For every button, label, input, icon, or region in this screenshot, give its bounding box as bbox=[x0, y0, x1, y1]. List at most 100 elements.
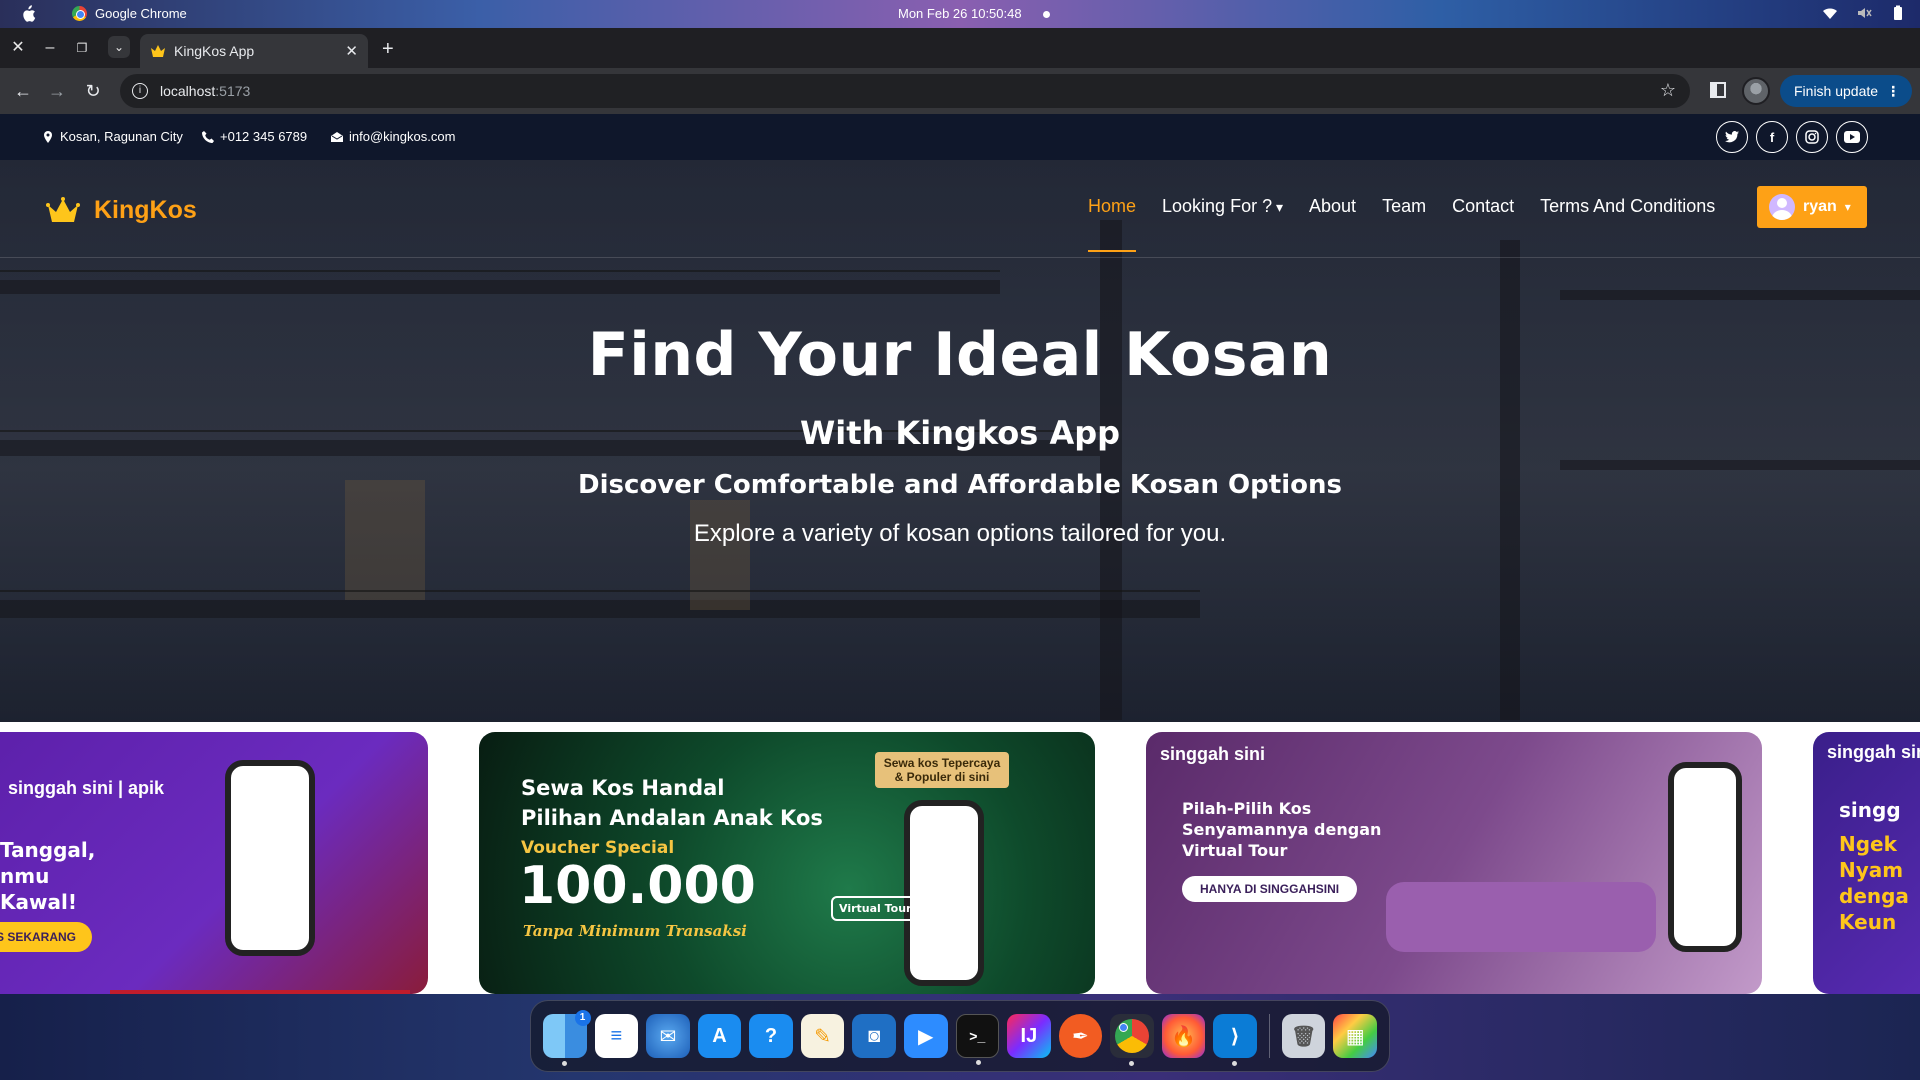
slide2-phone-image bbox=[904, 800, 984, 986]
promo-slide-4[interactable]: singgah sini singg Ngek Nyam denga Keun bbox=[1813, 732, 1920, 994]
text-editor-icon[interactable]: ≡ bbox=[594, 1014, 639, 1058]
phone-icon bbox=[202, 130, 214, 143]
forward-arrow-icon[interactable]: → bbox=[46, 80, 68, 102]
address-bar[interactable]: i localhost :5173 ☆ bbox=[120, 74, 1690, 108]
notes-icon[interactable]: ✎ bbox=[800, 1014, 845, 1058]
phone-info: +012 345 6789 bbox=[202, 129, 307, 144]
caret-down-icon bbox=[1845, 198, 1851, 216]
web-page: Kosan, Ragunan City +012 345 6789 info@k… bbox=[0, 114, 1920, 994]
active-tab[interactable]: KingKos App ✕ bbox=[140, 34, 368, 68]
trash-icon[interactable]: 🗑 bbox=[1281, 1014, 1326, 1058]
slide2-voucher-label: Voucher Special bbox=[521, 838, 675, 858]
vscode-icon[interactable]: ⟩ bbox=[1213, 1014, 1257, 1066]
slide3-brand: singgah sini bbox=[1160, 744, 1266, 764]
nav-home[interactable]: Home bbox=[1088, 196, 1137, 252]
finish-update-button[interactable]: Finish update ⋮ bbox=[1780, 75, 1912, 107]
youtube-icon[interactable] bbox=[1836, 121, 1868, 153]
hero-subtitle: With Kingkos App bbox=[799, 414, 1121, 452]
reload-icon[interactable]: ↻ bbox=[82, 80, 104, 102]
email-info: info@kingkos.com bbox=[331, 129, 455, 144]
nav-terms[interactable]: Terms And Conditions bbox=[1540, 196, 1715, 217]
nav-about[interactable]: About bbox=[1309, 196, 1356, 217]
slide2-amount: 100.000 bbox=[519, 856, 756, 916]
back-arrow-icon[interactable]: ← bbox=[12, 80, 34, 102]
new-tab-icon[interactable]: + bbox=[382, 38, 394, 61]
brand-logo[interactable]: KingKos bbox=[46, 196, 197, 225]
hero-tagline: Discover Comfortable and Affordable Kosa… bbox=[578, 470, 1342, 500]
system-clock[interactable]: Mon Feb 26 10:50:48 bbox=[898, 6, 1022, 21]
twitter-icon[interactable] bbox=[1716, 121, 1748, 153]
address-text: Kosan, Ragunan City bbox=[60, 129, 183, 144]
user-name: ryan bbox=[1803, 198, 1837, 215]
app-store-icon[interactable]: A bbox=[697, 1014, 742, 1058]
battery-icon[interactable] bbox=[1890, 5, 1906, 21]
dock-separator bbox=[1268, 1014, 1270, 1058]
more-menu-icon: ⋮ bbox=[1886, 82, 1901, 99]
pen-tool-icon[interactable]: ✒ bbox=[1058, 1014, 1103, 1058]
social-links: f bbox=[1716, 121, 1868, 153]
launchpad-icon[interactable]: ▦ bbox=[1333, 1014, 1377, 1058]
profile-avatar-icon[interactable] bbox=[1742, 77, 1770, 105]
intellij-icon[interactable]: IJ bbox=[1007, 1014, 1051, 1058]
email-text[interactable]: info@kingkos.com bbox=[349, 129, 455, 144]
bookmark-star-icon[interactable]: ☆ bbox=[1660, 80, 1676, 101]
nav-team[interactable]: Team bbox=[1382, 196, 1426, 217]
slide3-phone-image bbox=[1668, 762, 1742, 952]
window-minimize-icon[interactable]: – bbox=[40, 38, 60, 58]
finish-update-label: Finish update bbox=[1794, 83, 1879, 99]
slide3-headline: Pilah-Pilih Kos Senyamannya dengan Virtu… bbox=[1182, 799, 1382, 860]
slide2-note: Tanpa Minimum Transaksi bbox=[523, 922, 747, 940]
remote-desktop-icon[interactable]: ◙ bbox=[852, 1014, 896, 1058]
tab-close-icon[interactable]: ✕ bbox=[345, 42, 358, 60]
active-app-name: Google Chrome bbox=[95, 6, 187, 21]
firefox-icon[interactable]: 🔥 bbox=[1161, 1014, 1206, 1058]
slide3-cta[interactable]: HANYA DI SINGGAHSINI bbox=[1182, 876, 1358, 902]
promo-slide-2[interactable]: Sewa Kos Handal Pilihan Andalan Anak Kos… bbox=[479, 732, 1095, 994]
window-close-icon[interactable]: ✕ bbox=[8, 38, 28, 58]
main-navbar: KingKos Home Looking For ? About Team Co… bbox=[0, 160, 1920, 258]
instagram-icon[interactable] bbox=[1796, 121, 1828, 153]
speaker-muted-icon[interactable] bbox=[1856, 5, 1872, 21]
slide2-badge: Sewa kos Tepercaya & Populer di sini bbox=[875, 752, 1009, 788]
tab-search-icon[interactable]: ⌄ bbox=[108, 36, 130, 58]
hero-description: Explore a variety of kosan options tailo… bbox=[693, 520, 1227, 547]
map-marker-icon bbox=[44, 130, 52, 143]
site-info-icon[interactable]: i bbox=[132, 83, 148, 99]
slide1-cta[interactable]: S SEKARANG bbox=[0, 922, 93, 952]
tab-title: KingKos App bbox=[174, 43, 255, 59]
thunderbird-icon[interactable]: ✉ bbox=[646, 1014, 690, 1058]
envelope-icon bbox=[331, 131, 343, 142]
app-dock: 1 ≡ ✉ A ? ✎ ◙ ▶ >_ IJ ✒ 🔥 ⟩ 🗑 ▦ bbox=[530, 1000, 1390, 1072]
user-menu-button[interactable]: ryan bbox=[1757, 186, 1867, 228]
slide1-phone-image bbox=[225, 760, 315, 956]
slide1-line3: Kawal! bbox=[0, 890, 77, 914]
crown-icon bbox=[46, 196, 80, 222]
active-app-menu[interactable]: Google Chrome bbox=[72, 6, 187, 21]
window-restore-icon[interactable]: ❐ bbox=[72, 38, 92, 58]
slide1-brand: singgah sini | apik bbox=[8, 778, 165, 798]
slide4-brand: singgah sini bbox=[1827, 742, 1920, 762]
slide2-tour: Virtual Tour bbox=[831, 896, 920, 921]
sofa-image bbox=[1386, 882, 1656, 952]
crown-favicon-icon bbox=[151, 45, 165, 57]
hero-text: Find Your Ideal Kosan With Kingkos App D… bbox=[0, 320, 1920, 548]
slide4-line1: singg bbox=[1839, 798, 1901, 822]
side-panel-icon[interactable] bbox=[1710, 82, 1726, 98]
finder-icon[interactable]: 1 bbox=[543, 1010, 591, 1066]
help-icon[interactable]: ? bbox=[749, 1014, 793, 1058]
promo-slide-3[interactable]: singgah sini Pilah-Pilih Kos Senyamannya… bbox=[1146, 732, 1762, 994]
recording-indicator-icon bbox=[1043, 11, 1050, 18]
apple-icon[interactable] bbox=[20, 5, 36, 23]
slide1-line1: Tanggal, bbox=[0, 838, 96, 862]
chrome-dock-icon[interactable] bbox=[1110, 1014, 1154, 1066]
url-host: localhost bbox=[160, 83, 216, 99]
zoom-icon[interactable]: ▶ bbox=[903, 1014, 948, 1058]
slide4-line4: denga bbox=[1839, 884, 1909, 908]
nav-contact[interactable]: Contact bbox=[1452, 196, 1514, 217]
nav-looking-for-dropdown[interactable]: Looking For ? bbox=[1162, 196, 1283, 217]
brand-name: KingKos bbox=[94, 196, 197, 224]
wifi-icon[interactable] bbox=[1822, 5, 1838, 21]
terminal-icon[interactable]: >_ bbox=[955, 1014, 1000, 1065]
facebook-icon[interactable]: f bbox=[1756, 121, 1788, 153]
promo-slide-1[interactable]: singgah sini | apik Tanggal, nmu Kawal! … bbox=[0, 732, 428, 994]
